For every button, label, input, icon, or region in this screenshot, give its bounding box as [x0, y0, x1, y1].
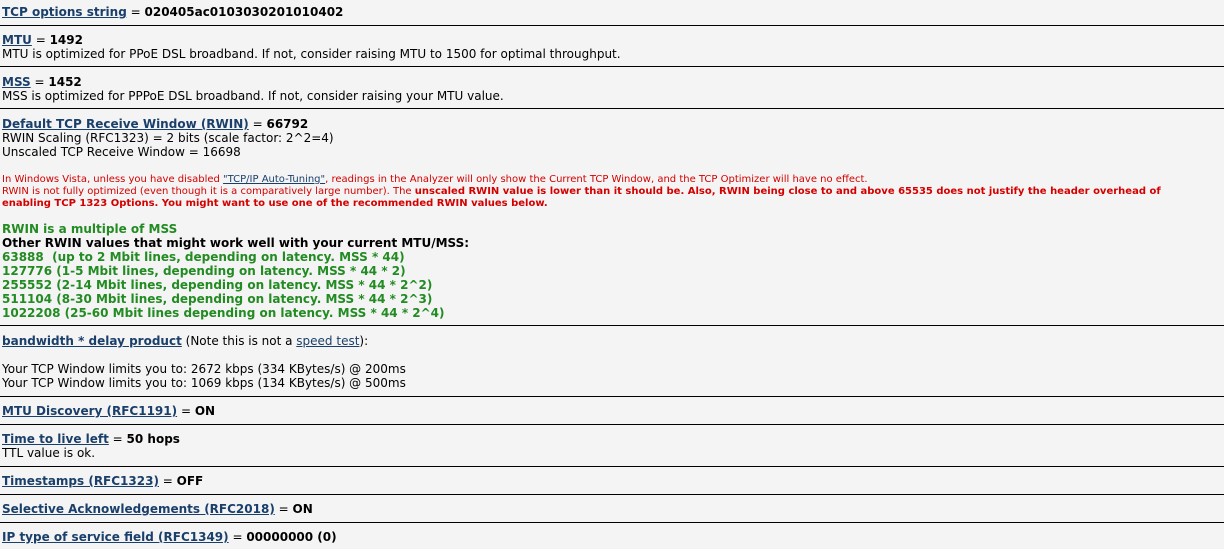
other-rwin-heading: Other RWIN values that might work well w… [2, 236, 470, 250]
mss-link[interactable]: MSS [2, 75, 31, 89]
tos-section: IP type of service field (RFC1349) = 000… [0, 523, 1224, 549]
rwin-link[interactable]: Default TCP Receive Window (RWIN) [2, 117, 249, 131]
tcp-analyzer-results: TCP options string = 020405ac01030302010… [0, 0, 1224, 549]
rwin-warning-cont: enabling TCP 1323 Options. You might wan… [2, 198, 548, 209]
mtu-discovery-link[interactable]: MTU Discovery (RFC1191) [2, 404, 177, 418]
mtu-section: MTU = 1492 MTU is optimized for PPoE DSL… [0, 26, 1224, 66]
timestamps-section: Timestamps (RFC1323) = OFF [0, 467, 1224, 494]
sack-section: Selective Acknowledgements (RFC2018) = O… [0, 495, 1224, 522]
tos-value: 00000000 (0) [246, 530, 337, 544]
ttl-link[interactable]: Time to live left [2, 432, 109, 446]
ttl-value: 50 hops [126, 432, 180, 446]
bdp-section: bandwidth * delay product (Note this is … [0, 326, 1224, 396]
tos-link[interactable]: IP type of service field (RFC1349) [2, 530, 229, 544]
timestamps-value: OFF [176, 474, 204, 488]
mtu-note: MTU is optimized for PPoE DSL broadband.… [2, 47, 621, 61]
mss-section: MSS = 1452 MSS is optimized for PPPoE DS… [0, 67, 1224, 108]
tcp-options-value: 020405ac0103030201010402 [144, 5, 344, 19]
timestamps-link[interactable]: Timestamps (RFC1323) [2, 474, 159, 488]
mtu-value: 1492 [49, 33, 83, 47]
rwin-value: 66792 [266, 117, 309, 131]
mtu-discovery-section: MTU Discovery (RFC1191) = ON [0, 397, 1224, 424]
mtu-link[interactable]: MTU [2, 33, 32, 47]
tcp-options-section: TCP options string = 020405ac01030302010… [0, 0, 1224, 25]
rwin-multiple-status: RWIN is a multiple of MSS [2, 222, 178, 236]
rwin-recommendation: 511104 (8-30 Mbit lines, depending on la… [2, 292, 433, 306]
rwin-recommendation: 255552 (2-14 Mbit lines, depending on la… [2, 278, 433, 292]
rwin-scaling: RWIN Scaling (RFC1323) = 2 bits (scale f… [2, 131, 334, 145]
ttl-note: TTL value is ok. [2, 446, 96, 460]
rwin-recommendation: 127776 (1-5 Mbit lines, depending on lat… [2, 264, 406, 278]
mtu-discovery-value: ON [194, 404, 216, 418]
sack-link[interactable]: Selective Acknowledgements (RFC2018) [2, 502, 275, 516]
tcp-options-link[interactable]: TCP options string [2, 5, 127, 19]
rwin-section: Default TCP Receive Window (RWIN) = 6679… [0, 109, 1224, 325]
rwin-unscaled: Unscaled TCP Receive Window = 16698 [2, 145, 241, 159]
mss-note: MSS is optimized for PPPoE DSL broadband… [2, 89, 504, 103]
ttl-section: Time to live left = 50 hops TTL value is… [0, 425, 1224, 466]
mss-value: 1452 [48, 75, 82, 89]
sack-value: ON [292, 502, 313, 516]
speed-test-link[interactable]: speed test [296, 334, 359, 348]
rwin-recommendation: 63888 (up to 2 Mbit lines, depending on … [2, 250, 405, 264]
bdp-500ms: Your TCP Window limits you to: 1069 kbps… [2, 376, 406, 390]
bdp-200ms: Your TCP Window limits you to: 2672 kbps… [2, 362, 406, 376]
rwin-recommendation: 1022208 (25-60 Mbit lines depending on l… [2, 306, 445, 320]
bdp-link[interactable]: bandwidth * delay product [2, 334, 182, 348]
